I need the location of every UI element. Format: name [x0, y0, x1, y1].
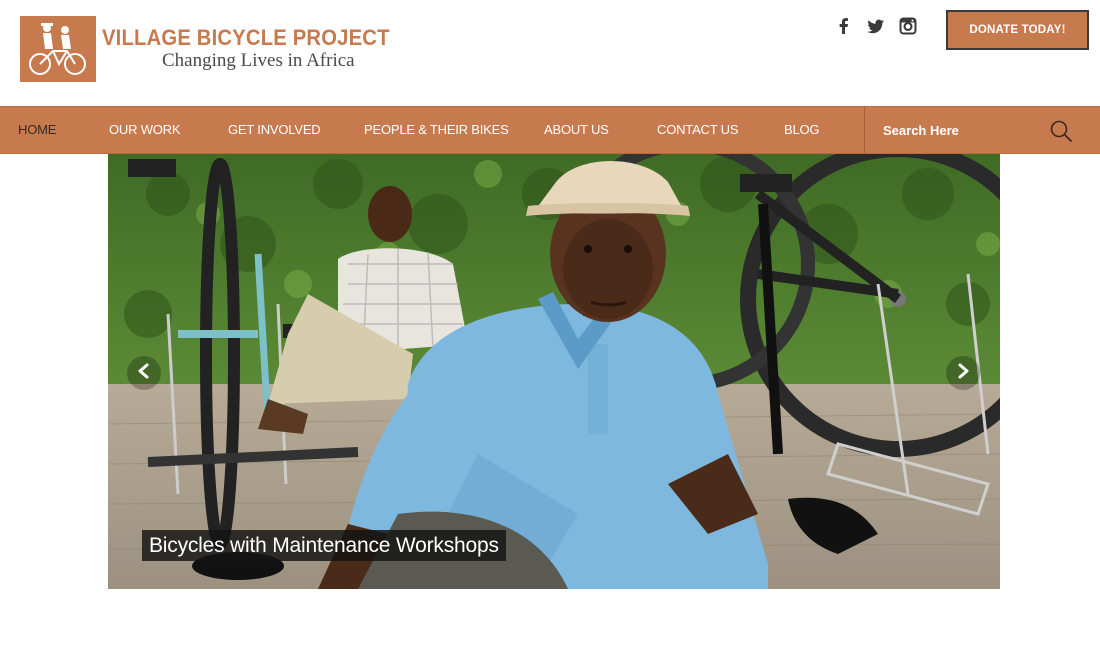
slide-caption: Bicycles with Maintenance Workshops: [142, 530, 506, 561]
social-links: [834, 16, 918, 36]
site-logo[interactable]: VILLAGE BICYCLE PROJECT Changing Lives i…: [20, 16, 415, 82]
logo-tagline: Changing Lives in Africa: [162, 50, 355, 71]
logo-emblem: [20, 16, 96, 82]
chevron-right-icon: [956, 363, 970, 384]
main-nav: HOME OUR WORK GET INVOLVED PEOPLE & THEI…: [0, 106, 1100, 154]
nav-blog[interactable]: BLOG: [784, 107, 820, 153]
search-input[interactable]: [883, 119, 1053, 141]
nav-our-work[interactable]: OUR WORK: [109, 107, 181, 153]
instagram-icon[interactable]: [898, 16, 918, 36]
donate-button[interactable]: DONATE TODAY!: [946, 10, 1089, 50]
hero-slide-image: [108, 154, 1000, 589]
logo-title: VILLAGE BICYCLE PROJECT: [102, 25, 390, 50]
search-icon[interactable]: [1049, 119, 1073, 143]
slider-prev-button[interactable]: [127, 356, 161, 390]
search-box: [864, 107, 1100, 153]
slider-next-button[interactable]: [946, 356, 980, 390]
nav-people-bikes[interactable]: PEOPLE & THEIR BIKES: [364, 107, 509, 153]
chevron-left-icon: [137, 363, 151, 384]
nav-get-involved[interactable]: GET INVOLVED: [228, 107, 321, 153]
facebook-icon[interactable]: [834, 16, 854, 36]
nav-about-us[interactable]: ABOUT US: [544, 107, 609, 153]
nav-contact-us[interactable]: CONTACT US: [657, 107, 739, 153]
nav-home[interactable]: HOME: [18, 107, 56, 153]
twitter-icon[interactable]: [866, 16, 886, 36]
